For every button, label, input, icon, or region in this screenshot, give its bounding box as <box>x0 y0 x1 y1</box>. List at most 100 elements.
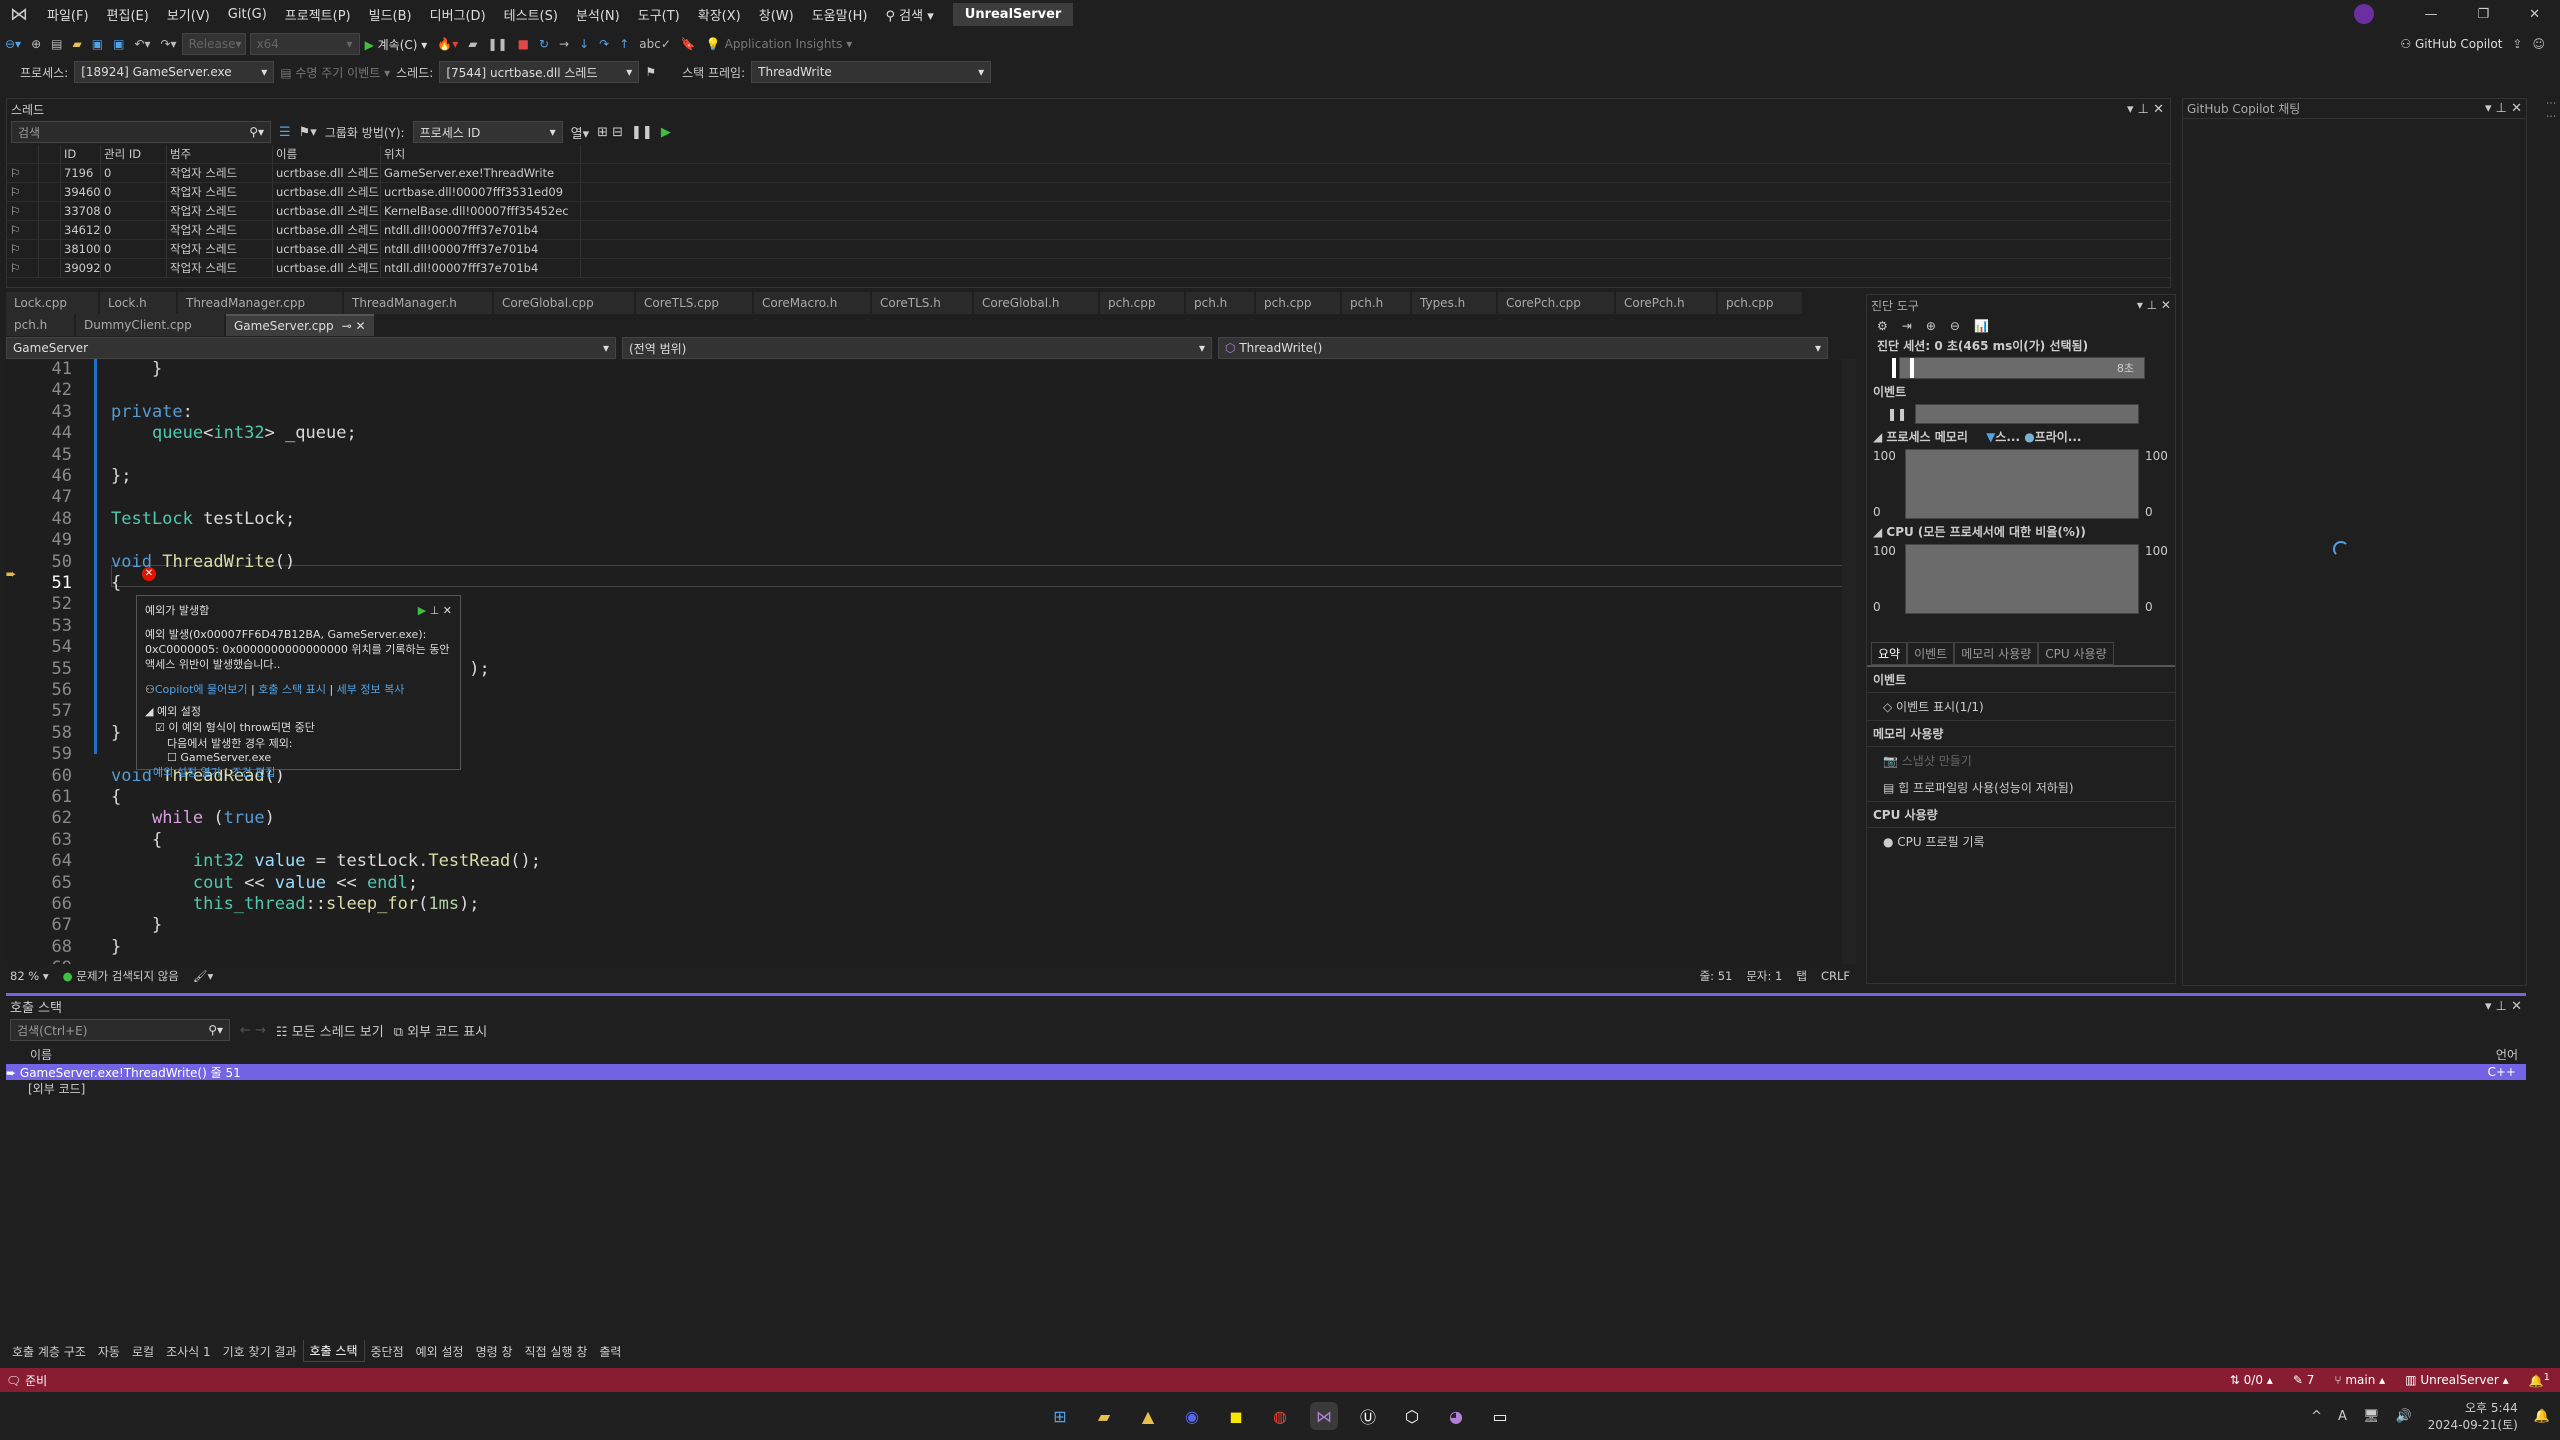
diag-tab[interactable]: CPU 사용량 <box>2038 642 2114 665</box>
code-line[interactable]: cout << value << endl; <box>111 873 418 893</box>
code-line[interactable]: queue<int32> _queue; <box>111 423 357 443</box>
indent-mode[interactable]: 탭 <box>1796 968 1807 984</box>
discord-icon[interactable]: ◉ <box>1178 1402 1206 1430</box>
restart-icon[interactable]: ↻ <box>534 37 554 51</box>
network-icon[interactable]: 🖥 <box>2363 1409 2380 1424</box>
undo-icon[interactable]: ↶▾ <box>129 37 155 51</box>
column-header[interactable]: ID <box>61 145 101 163</box>
new-file-icon[interactable]: ▤ <box>46 37 67 51</box>
column-header[interactable] <box>39 145 61 163</box>
save-all-icon[interactable]: ▣ <box>108 37 129 51</box>
show-next-statement-icon[interactable]: → <box>554 37 574 51</box>
menu-item[interactable]: 편집(E) <box>98 5 158 24</box>
exception-settings-header[interactable]: ◢ 예외 설정 <box>145 703 452 719</box>
flag-icon[interactable]: ⚐ <box>7 221 39 239</box>
panel-controls[interactable]: ▾ ⊥ ✕ <box>2485 101 2522 116</box>
menu-item[interactable]: 빌드(B) <box>360 5 421 24</box>
bottom-tab[interactable]: 호출 계층 구조 <box>6 1341 92 1362</box>
show-callstack-link[interactable]: 호출 스택 표시 <box>258 683 326 696</box>
code-line[interactable]: private: <box>111 402 193 422</box>
expand-all-icon[interactable]: ⊞ ⊟ <box>597 125 623 140</box>
menu-item[interactable]: 도움말(H) <box>803 5 877 24</box>
bookmark-icon[interactable]: 🔖 <box>676 37 701 51</box>
zoom-out-icon[interactable]: ⊖ <box>1950 319 1960 333</box>
forward-icon[interactable]: ⊕ <box>26 37 46 51</box>
menu-item[interactable]: 도구(T) <box>629 5 689 24</box>
branch-button[interactable]: ⑂ main ▴ <box>2334 1373 2385 1387</box>
bottom-tab[interactable]: 명령 창 <box>470 1341 519 1362</box>
document-tab[interactable]: CoreTLS.cpp <box>636 292 752 314</box>
expand-callstacks-icon[interactable]: ☰ <box>279 125 291 140</box>
pause-icon[interactable]: ❚❚ <box>631 125 653 140</box>
break-checkbox[interactable]: ☑ <box>155 721 165 734</box>
document-tab[interactable]: Lock.h <box>100 292 176 314</box>
document-tab[interactable]: pch.cpp <box>1718 292 1802 314</box>
continue-button[interactable]: ▶ 계속(C) ▾ <box>360 36 433 53</box>
menu-item[interactable]: 프로젝트(P) <box>276 5 360 24</box>
hot-reload-icon[interactable]: 🔥▾ <box>432 37 463 51</box>
column-header[interactable]: 관리 ID <box>101 145 167 163</box>
visual-studio-icon[interactable]: ⋈ <box>1310 1402 1338 1430</box>
bottom-tab[interactable]: 중단점 <box>365 1341 410 1362</box>
chrome-icon[interactable]: ◍ <box>1266 1402 1294 1430</box>
volume-icon[interactable]: 🔊 <box>2395 1409 2411 1424</box>
bottom-tab[interactable]: 예외 설정 <box>410 1341 470 1362</box>
events-section[interactable]: 이벤트 <box>1867 379 2175 404</box>
platform-select[interactable]: x64 ▾ <box>249 33 360 55</box>
cpu-section[interactable]: CPU (모든 프로세서에 대한 비율(%)) <box>1886 525 2085 539</box>
cleanup-icon[interactable]: 🖌▾ <box>193 969 213 983</box>
memory-section[interactable]: 프로세스 메모리 <box>1886 430 1967 444</box>
column-header[interactable]: 범주 <box>167 145 273 163</box>
menu-item[interactable]: 테스트(S) <box>495 5 567 24</box>
resume-icon[interactable]: ▶ <box>661 125 671 140</box>
code-line[interactable]: } <box>111 359 162 379</box>
code-line[interactable]: int32 value = testLock.TestRead(); <box>111 851 541 871</box>
code-line[interactable]: }; <box>111 466 131 486</box>
kakaotalk-icon[interactable]: ◼ <box>1222 1402 1250 1430</box>
bottom-tab[interactable]: 호출 스택 <box>302 1340 365 1362</box>
selection-end[interactable] <box>1910 358 1914 378</box>
back-icon[interactable]: ⊖▾ <box>0 37 26 51</box>
save-icon[interactable]: ▣ <box>87 37 108 51</box>
export-icon[interactable]: ⇥ <box>1902 319 1912 333</box>
code-line[interactable]: this_thread::sleep_for(1ms); <box>111 894 480 914</box>
selection-start[interactable] <box>1892 358 1896 378</box>
flag-icon[interactable]: ⚐ <box>7 259 39 277</box>
repo-button[interactable]: ▥ UnrealServer ▴ <box>2405 1373 2508 1387</box>
reset-view-icon[interactable]: 📊 <box>1974 319 1989 333</box>
table-row[interactable]: ⚐ 34612 0 작업자 스레드 ucrtbase.dll 스레드 ntdll.dll!… <box>7 221 2170 240</box>
all-threads-button[interactable]: ☷ 모든 스레드 보기 <box>276 1021 384 1040</box>
zoom-select[interactable]: 82 % ▾ <box>10 969 49 983</box>
tray-chevron-icon[interactable]: ^ <box>2311 1409 2322 1424</box>
start-icon[interactable]: ⊞ <box>1046 1402 1074 1430</box>
close-tab-icon[interactable]: ⊸ ✕ <box>342 319 366 333</box>
config-select[interactable]: Release ▾ <box>181 33 246 55</box>
step-out-icon[interactable]: ↑ <box>614 37 634 51</box>
flag-icon[interactable]: ⚐ <box>7 202 39 220</box>
github-icon[interactable]: ◕ <box>1442 1402 1470 1430</box>
document-tab[interactable]: Lock.cpp <box>6 292 98 314</box>
menu-item[interactable]: 디버그(D) <box>421 5 495 24</box>
notification-icon[interactable]: 🔔 <box>2534 1409 2550 1424</box>
heap-profiling-toggle[interactable]: ▤ 힙 프로파일링 사용(성능이 저하됨) <box>1867 774 2175 802</box>
step-over-icon[interactable]: ↷ <box>594 37 614 51</box>
document-tab[interactable]: CoreGlobal.h <box>974 292 1098 314</box>
table-row[interactable]: ⚐ 38100 0 작업자 스레드 ucrtbase.dll 스레드 ntdll.dll!… <box>7 240 2170 259</box>
panel-controls[interactable]: ▾ ⊥ ✕ <box>2137 298 2171 312</box>
code-line[interactable]: void ThreadWrite() <box>111 552 295 572</box>
table-row[interactable]: ⚐ 7196 0 작업자 스레드 ucrtbase.dll 스레드 GameServer.… <box>7 164 2170 183</box>
document-tab[interactable]: CoreTLS.h <box>872 292 972 314</box>
app-icon[interactable]: ▲ <box>1134 1402 1162 1430</box>
table-row[interactable]: ➨ GameServer.exe!ThreadWrite() 줄 51 C++ <box>6 1064 2526 1080</box>
callstack-search-input[interactable]: 검색(Ctrl+E) ⚲▾ <box>10 1019 230 1041</box>
stack-frame-select[interactable]: ThreadWrite ▾ <box>751 61 992 83</box>
pin-icon[interactable]: ⊥ <box>430 604 440 617</box>
show-events-link[interactable]: ◇ 이벤트 표시(1/1) <box>1867 693 2175 721</box>
menu-item[interactable]: 창(W) <box>750 5 803 24</box>
columns-button[interactable]: 열▾ <box>571 123 590 142</box>
zoom-in-icon[interactable]: ⊕ <box>1926 319 1936 333</box>
restore-button[interactable]: ❐ <box>2457 7 2509 22</box>
snapshot-button[interactable]: 📷 스냅샷 만들기 <box>1867 747 2175 774</box>
document-tab[interactable]: pch.cpp <box>1256 292 1340 314</box>
side-toolbar[interactable]: ⋮ ⋮ <box>2532 98 2556 258</box>
